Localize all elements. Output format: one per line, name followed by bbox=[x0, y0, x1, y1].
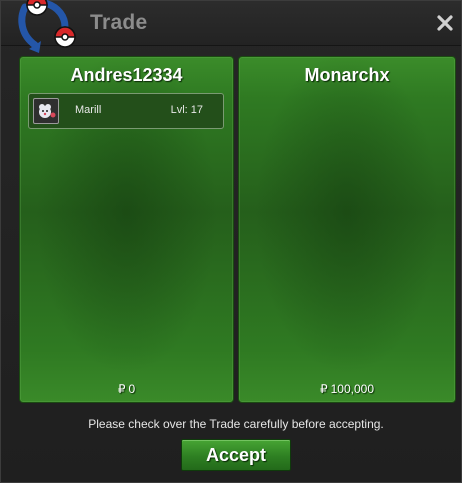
offer-panel-right: Monarchx ₽100,000 bbox=[238, 56, 456, 403]
pokemon-level: Lvl: 17 bbox=[170, 104, 203, 116]
pokemon-offer-item[interactable]: Marill Lvl: 17 bbox=[28, 93, 224, 129]
money-amount: 0 bbox=[128, 382, 136, 396]
player-name: Monarchx bbox=[304, 65, 390, 85]
marill-icon bbox=[33, 98, 59, 124]
window-title: Trade bbox=[90, 11, 148, 34]
pokedollar-symbol: ₽ bbox=[117, 382, 126, 396]
trade-window: Trade Andres12334 Marill Lvl: 17 ₽ 0 Mon… bbox=[0, 0, 462, 483]
pokemon-name: Marill bbox=[75, 104, 102, 116]
titlebar[interactable]: Trade bbox=[1, 0, 461, 53]
pokeball-swap-icon bbox=[18, 0, 76, 53]
trade-warning-text: Please check over the Trade carefully be… bbox=[88, 417, 384, 431]
accept-button[interactable]: Accept bbox=[181, 439, 291, 471]
pokedollar-symbol: ₽ bbox=[319, 382, 328, 396]
money-amount: 100,000 bbox=[330, 382, 375, 396]
money-offer: ₽100,000 bbox=[239, 382, 455, 396]
offer-panel-left: Andres12334 Marill Lvl: 17 ₽0 bbox=[19, 56, 234, 403]
close-icon[interactable] bbox=[435, 13, 455, 33]
money-offer: ₽0 bbox=[20, 382, 233, 396]
player-name: Andres12334 bbox=[70, 65, 183, 85]
